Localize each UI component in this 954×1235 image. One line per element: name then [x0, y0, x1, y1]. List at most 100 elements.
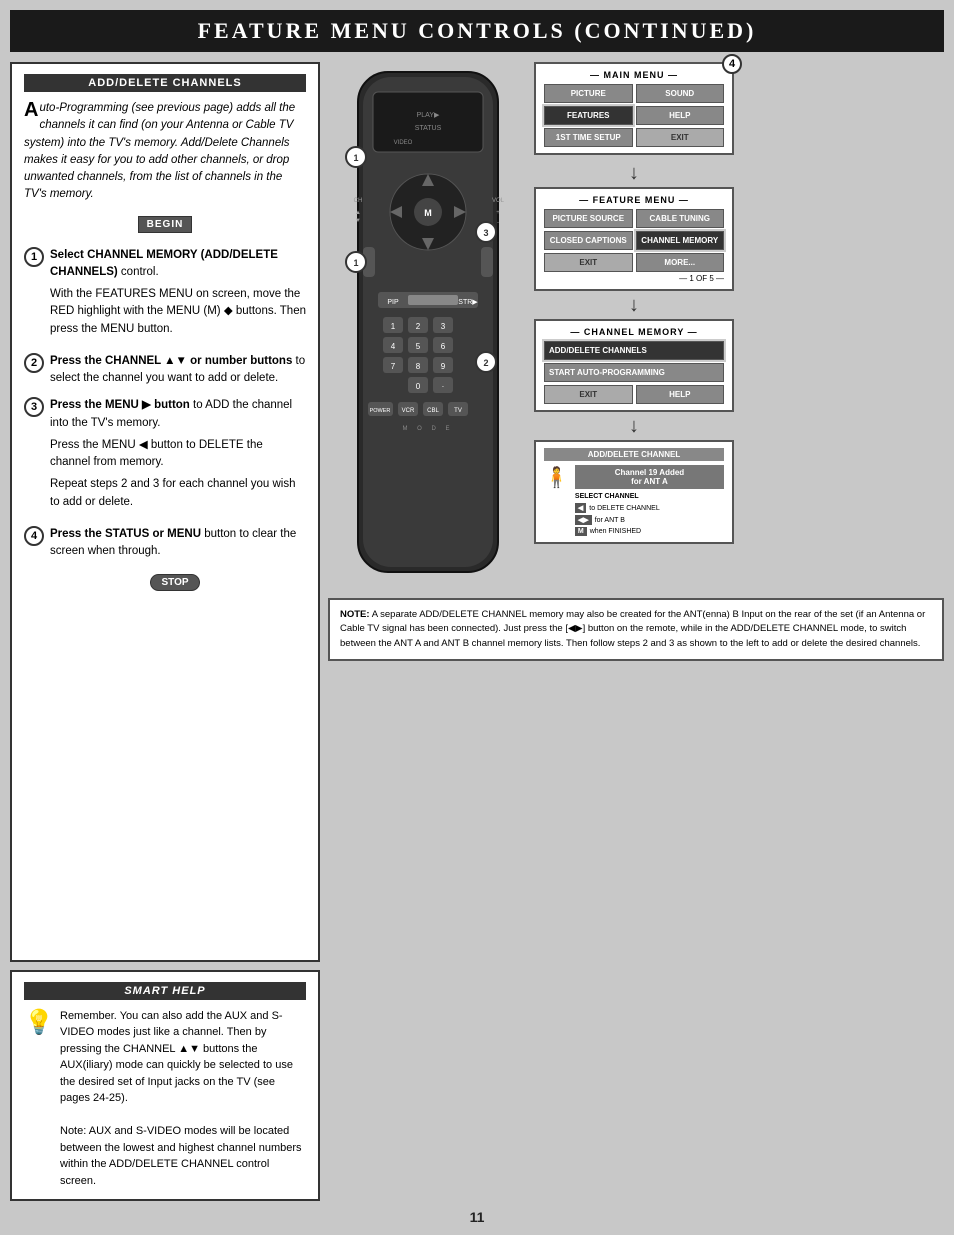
step-3-delete: Press the MENU ◀ button to DELETE the ch… — [50, 437, 306, 472]
main-content: Add/Delete Channels Auto-Programming (se… — [10, 62, 944, 1201]
menu-btn-help: HELP — [636, 106, 725, 125]
svg-text:VIDEO: VIDEO — [394, 140, 413, 146]
svg-text:VOL: VOL — [492, 198, 505, 204]
step-1-num: 1 — [24, 247, 44, 267]
svg-text:8: 8 — [416, 362, 421, 371]
select-channel-label: SELECT CHANNEL — [575, 493, 724, 500]
option-delete: ◀ to DELETE CHANNEL — [575, 503, 724, 513]
svg-text:2: 2 — [483, 358, 488, 368]
page: Feature Menu Controls (Continued) Add/De… — [0, 0, 954, 1235]
step-1-bold: Select CHANNEL MEMORY (ADD/DELETE CHANNE… — [50, 249, 278, 278]
svg-text:5: 5 — [416, 342, 421, 351]
remote-area: PLAY▶ STATUS VIDEO M — [328, 62, 528, 592]
svg-text:1: 1 — [353, 258, 358, 268]
page-title: Feature Menu Controls (Continued) — [10, 18, 944, 44]
channel-memory-btn-start: START AUTO-PROGRAMMING — [544, 363, 724, 382]
cap-a: A — [24, 100, 38, 120]
smart-help-title: Smart Help — [24, 982, 306, 1000]
note-box: NOTE: A separate ADD/DELETE CHANNEL memo… — [328, 598, 944, 661]
svg-text:M: M — [424, 208, 432, 218]
svg-text:3: 3 — [441, 322, 446, 331]
smart-help-content: 💡 Remember. You can also add the AUX and… — [24, 1008, 306, 1190]
menu-btn-exit: EXIT — [636, 128, 725, 147]
main-menu-label: — MAIN MENU — — [544, 70, 724, 80]
feature-btn-channel: CHANNEL MEMORY — [636, 231, 725, 250]
menu-btn-picture: PICTURE — [544, 84, 633, 103]
stop-badge: STOP — [150, 574, 199, 591]
arrow-3: ↓ — [534, 416, 734, 436]
step-3: 3 Press the MENU ▶ button to ADD the cha… — [24, 397, 306, 516]
page-header: Feature Menu Controls (Continued) — [10, 10, 944, 52]
feature-btn-cable: CABLE TUNING — [636, 209, 725, 228]
intro-text: Auto-Programming (see previous page) add… — [24, 100, 306, 204]
svg-text:7: 7 — [391, 362, 396, 371]
feature-menu-label: — FEATURE MENU — — [544, 195, 724, 205]
svg-text:CH: CH — [354, 198, 363, 204]
main-menu-screen: — MAIN MENU — PICTURE SOUND FEATURES HEL… — [534, 62, 734, 155]
right-panel: PLAY▶ STATUS VIDEO M — [328, 62, 944, 1201]
person-icon: 🧍 — [544, 465, 569, 490]
channel-memory-btn-add: ADD/DELETE CHANNELS — [544, 341, 724, 360]
svg-text:2: 2 — [416, 322, 421, 331]
svg-text:▼: ▼ — [355, 218, 361, 224]
feature-menu-screen: — FEATURE MENU — PICTURE SOURCE CABLE TU… — [534, 187, 734, 291]
svg-text:9: 9 — [441, 362, 446, 371]
left-panel: Add/Delete Channels Auto-Programming (se… — [10, 62, 320, 1201]
screens-column: — MAIN MENU — PICTURE SOUND FEATURES HEL… — [534, 62, 734, 592]
svg-text:STATUS: STATUS — [415, 125, 442, 132]
channel-memory-btn-help: HELP — [636, 385, 725, 404]
step-1-extra: With the FEATURES MENU on screen, move t… — [50, 286, 306, 338]
step-4-content: Press the STATUS or MENU button to clear… — [50, 526, 306, 561]
channel-memory-btn-exit: EXIT — [544, 385, 633, 404]
step-4: 4 Press the STATUS or MENU button to cle… — [24, 526, 306, 561]
svg-text:▲: ▲ — [355, 210, 361, 216]
note-text: A separate ADD/DELETE CHANNEL memory may… — [340, 609, 925, 649]
main-menu-grid: PICTURE SOUND FEATURES HELP 1ST TIME SET… — [544, 84, 724, 147]
feature-menu-grid: PICTURE SOURCE CABLE TUNING CLOSED CAPTI… — [544, 209, 724, 272]
step-1: 1 Select CHANNEL MEMORY (ADD/DELETE CHAN… — [24, 247, 306, 343]
svg-text:POWER: POWER — [370, 408, 391, 414]
feature-btn-more: MORE... — [636, 253, 725, 272]
feature-btn-picture: PICTURE SOURCE — [544, 209, 633, 228]
svg-text:M O D E: M O D E — [402, 426, 453, 432]
step-2-content: Press the CHANNEL ▲▼ or number buttons t… — [50, 353, 306, 388]
svg-text:CBL: CBL — [427, 408, 439, 414]
svg-text:3: 3 — [483, 228, 488, 238]
svg-text:1: 1 — [391, 322, 396, 331]
channel-memory-label: — CHANNEL MEMORY — — [544, 327, 724, 337]
remote-svg: PLAY▶ STATUS VIDEO M — [328, 62, 528, 592]
bulb-icon: 💡 — [24, 1008, 52, 1037]
menu-btn-features: FEATURES — [544, 106, 633, 125]
step-4-bold: Press the STATUS or MENU — [50, 528, 201, 540]
smart-help-text: Remember. You can also add the AUX and S… — [60, 1008, 306, 1190]
channel-memory-screen: — CHANNEL MEMORY — ADD/DELETE CHANNELS S… — [534, 319, 734, 412]
step-4-badge: 4 — [722, 54, 742, 74]
note-label: NOTE: — [340, 609, 370, 620]
step-1-content: Select CHANNEL MEMORY (ADD/DELETE CHANNE… — [50, 247, 306, 343]
add-delete-box: Add/Delete Channels Auto-Programming (se… — [10, 62, 320, 962]
arrow-2: ↓ — [534, 295, 734, 315]
svg-text:TV: TV — [454, 408, 462, 414]
feature-btn-closed: CLOSED CAPTIONS — [544, 231, 633, 250]
arrow-1: ↓ — [534, 163, 734, 183]
svg-text:6: 6 — [441, 342, 446, 351]
step-3-num: 3 — [24, 397, 44, 417]
svg-text:1: 1 — [353, 153, 358, 163]
begin-badge: BEGIN — [138, 216, 193, 233]
channel-status: Channel 19 Addedfor ANT A — [575, 465, 724, 489]
svg-text:PLAY▶: PLAY▶ — [417, 112, 440, 119]
step-3-content: Press the MENU ▶ button to ADD the chann… — [50, 397, 306, 516]
right-section: PLAY▶ STATUS VIDEO M — [328, 62, 944, 592]
svg-text:0: 0 — [416, 382, 421, 391]
add-delete-channel-screen: ADD/DELETE CHANNEL 🧍 Channel 19 Addedfor… — [534, 440, 734, 544]
step-3-bold-add: Press the MENU ▶ button — [50, 399, 190, 411]
step-2-num: 2 — [24, 353, 44, 373]
svg-text:PIP: PIP — [387, 299, 399, 306]
step-4-num: 4 — [24, 526, 44, 546]
option-ant-b: ◀▶ for ANT B — [575, 515, 724, 525]
svg-text:4: 4 — [391, 342, 396, 351]
option-finished: M when FINISHED — [575, 527, 724, 536]
page-number: 11 — [470, 1209, 485, 1225]
add-delete-title: Add/Delete Channels — [24, 74, 306, 92]
menu-btn-1st: 1ST TIME SETUP — [544, 128, 633, 147]
